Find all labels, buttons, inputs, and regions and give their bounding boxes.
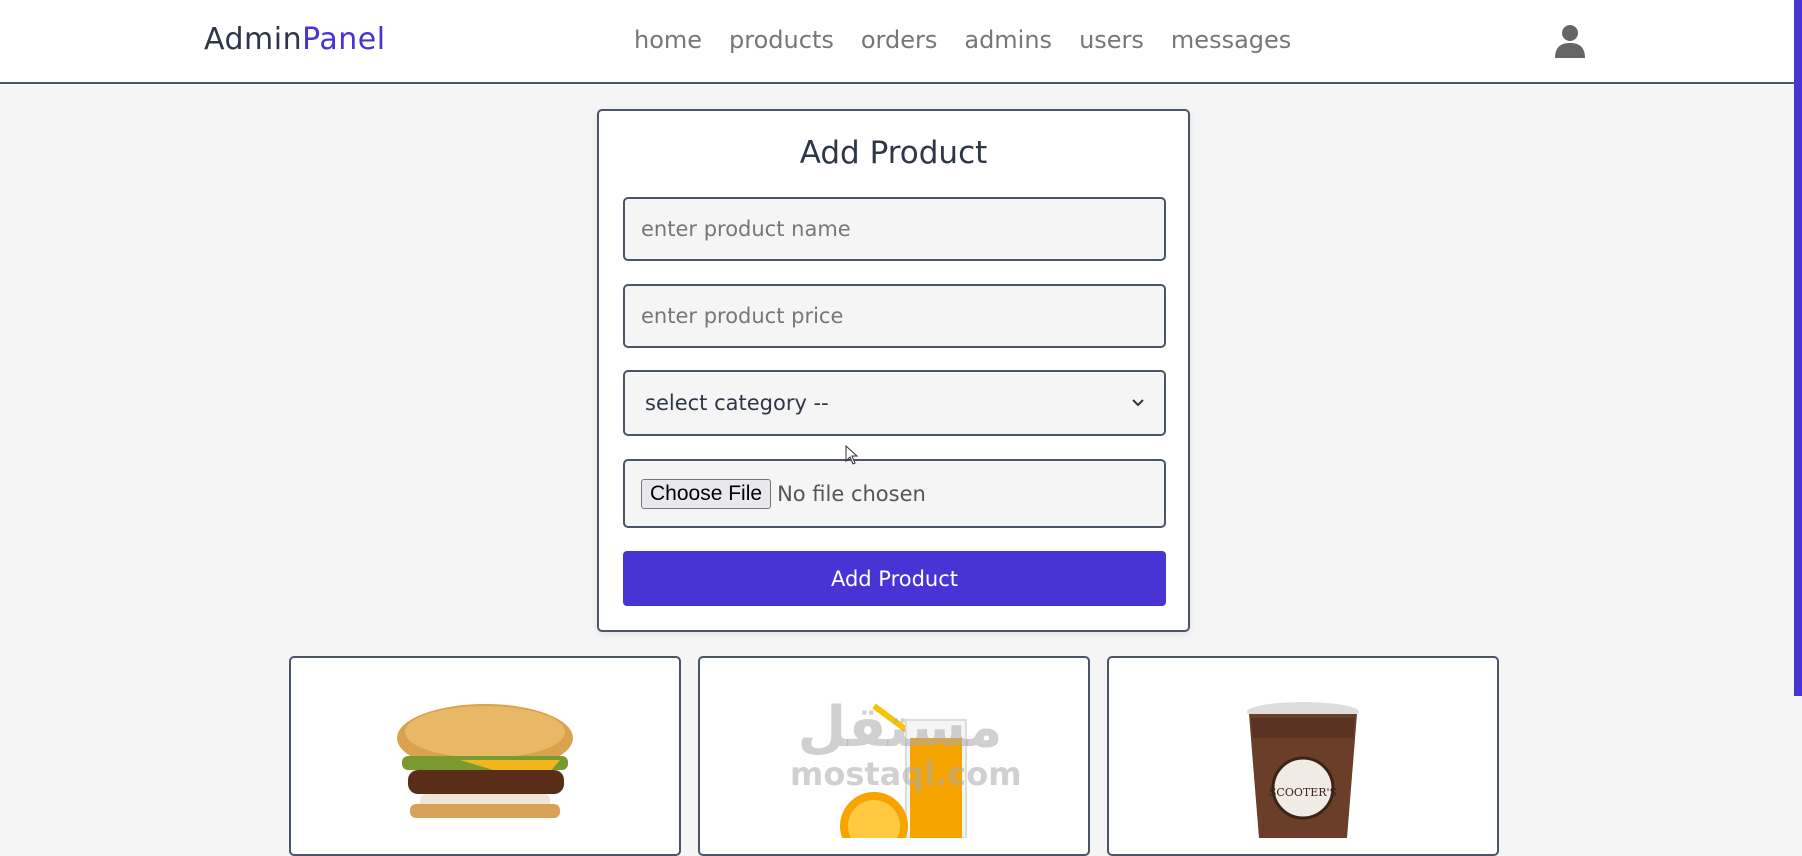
product-card[interactable] <box>289 656 681 856</box>
logo-accent: Panel <box>302 22 386 57</box>
file-status-text: No file chosen <box>777 481 926 506</box>
nav-messages[interactable]: messages <box>1171 26 1291 54</box>
category-selected-value: select category -- <box>645 391 829 415</box>
watermark-latin: mostaql.com <box>790 755 1022 793</box>
add-product-form: Add Product select category -- Choose Fi… <box>597 109 1190 632</box>
product-card[interactable]: SCOOTER'S <box>1107 656 1499 856</box>
watermark-arabic: مستقل <box>797 695 1003 760</box>
nav-users[interactable]: users <box>1079 26 1144 54</box>
nav-admins[interactable]: admins <box>964 26 1052 54</box>
form-title: Add Product <box>799 135 988 171</box>
add-product-button[interactable]: Add Product <box>623 551 1166 606</box>
product-name-input[interactable] <box>623 197 1166 261</box>
burger-image <box>397 704 573 818</box>
product-price-input[interactable] <box>623 284 1166 348</box>
user-icon[interactable] <box>1554 24 1586 58</box>
page-scrollbar[interactable] <box>1794 0 1802 696</box>
watermark: مستقل mostaql.com <box>790 695 1022 793</box>
coffee-brand-text: SCOOTER'S <box>1269 786 1337 799</box>
mouse-cursor-icon <box>845 445 859 465</box>
nav-products[interactable]: products <box>729 26 834 54</box>
category-select[interactable]: select category -- <box>623 370 1166 436</box>
nav-home[interactable]: home <box>634 26 702 54</box>
main-nav: home products orders admins users messag… <box>634 26 1291 54</box>
nav-orders[interactable]: orders <box>861 26 938 54</box>
logo[interactable]: AdminPanel <box>204 22 386 57</box>
chevron-down-icon <box>1132 399 1144 407</box>
coffee-cup-image: SCOOTER'S <box>1247 702 1359 838</box>
top-header: AdminPanel home products orders admins u… <box>0 0 1794 84</box>
choose-file-button[interactable]: Choose File <box>641 478 772 509</box>
logo-primary: Admin <box>204 22 303 57</box>
product-image-file-input: Choose File No file chosen <box>623 459 1166 528</box>
